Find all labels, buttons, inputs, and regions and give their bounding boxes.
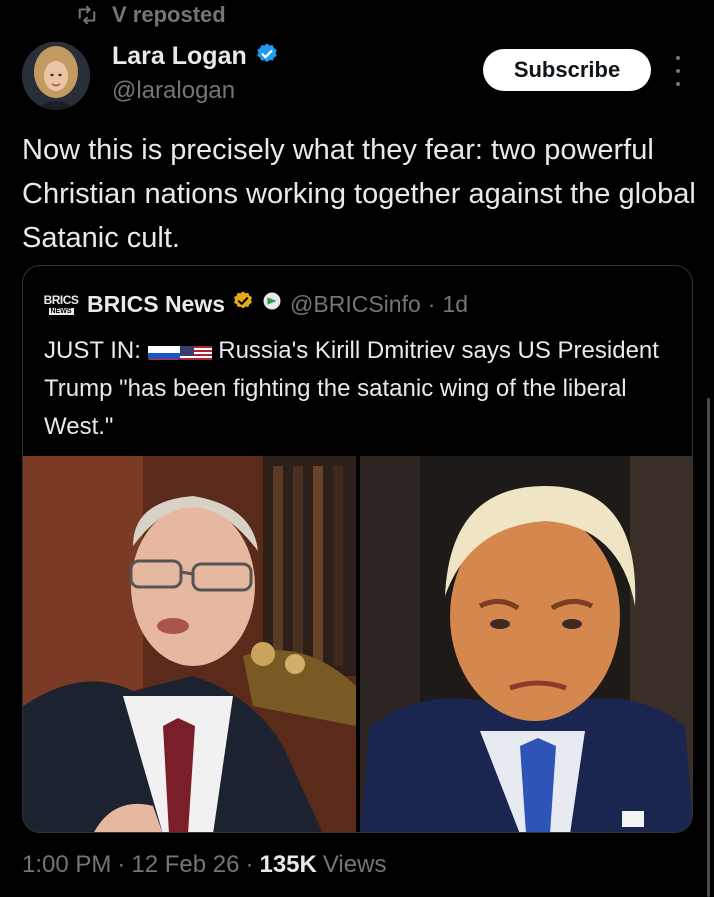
repost-icon xyxy=(76,5,98,25)
quoted-author-handle[interactable]: @BRICSinfo xyxy=(290,291,421,318)
author-name[interactable]: Lara Logan xyxy=(112,42,247,71)
views-label: Views xyxy=(322,851,387,878)
views-count[interactable]: 135K xyxy=(259,851,316,879)
tweet-date[interactable]: 12 Feb 26 xyxy=(131,851,239,879)
quoted-tweet-header: BRICS NEWS BRICS News @BRICSinfo · 1d xyxy=(42,286,468,322)
author-avatar[interactable] xyxy=(22,42,90,110)
tweet-time[interactable]: 1:00 PM xyxy=(22,851,111,879)
author-block: Lara Logan @laralogan xyxy=(112,42,279,105)
photo-donald-trump[interactable] xyxy=(360,456,692,832)
repost-label[interactable]: V reposted xyxy=(112,2,226,28)
tweet-text: Now this is precisely what they fear: tw… xyxy=(22,134,696,254)
dot-separator: · xyxy=(245,851,254,878)
author-handle[interactable]: @laralogan xyxy=(112,77,279,105)
photo-kirill-dmitriev[interactable] xyxy=(23,456,356,832)
quoted-tweet-card[interactable]: BRICS NEWS BRICS News @BRICSinfo · 1d JU… xyxy=(22,265,693,833)
verified-badge-icon xyxy=(255,42,279,71)
affiliate-badge-icon xyxy=(261,290,283,318)
dot-separator: · xyxy=(117,851,126,878)
dot-separator: · xyxy=(427,290,436,317)
quoted-tweet-time[interactable]: 1d xyxy=(442,291,468,318)
quoted-text-prefix: JUST IN: xyxy=(44,337,141,364)
subscribe-button[interactable]: Subscribe xyxy=(483,49,651,91)
quoted-author-name[interactable]: BRICS News xyxy=(87,291,225,318)
usa-flag-icon xyxy=(179,340,212,360)
quoted-tweet-text: JUST IN: Russia's Kirill Dmitriev says U… xyxy=(44,332,684,446)
tweet-meta: 1:00 PM · 12 Feb 26 · 135K Views xyxy=(22,848,386,882)
brics-news-logo[interactable]: BRICS NEWS xyxy=(42,289,80,319)
scrollbar[interactable] xyxy=(707,398,710,897)
more-options-icon[interactable] xyxy=(668,56,688,86)
gold-verified-badge-icon xyxy=(232,290,254,318)
russia-flag-icon xyxy=(147,340,180,360)
repost-row: V reposted xyxy=(76,0,226,30)
